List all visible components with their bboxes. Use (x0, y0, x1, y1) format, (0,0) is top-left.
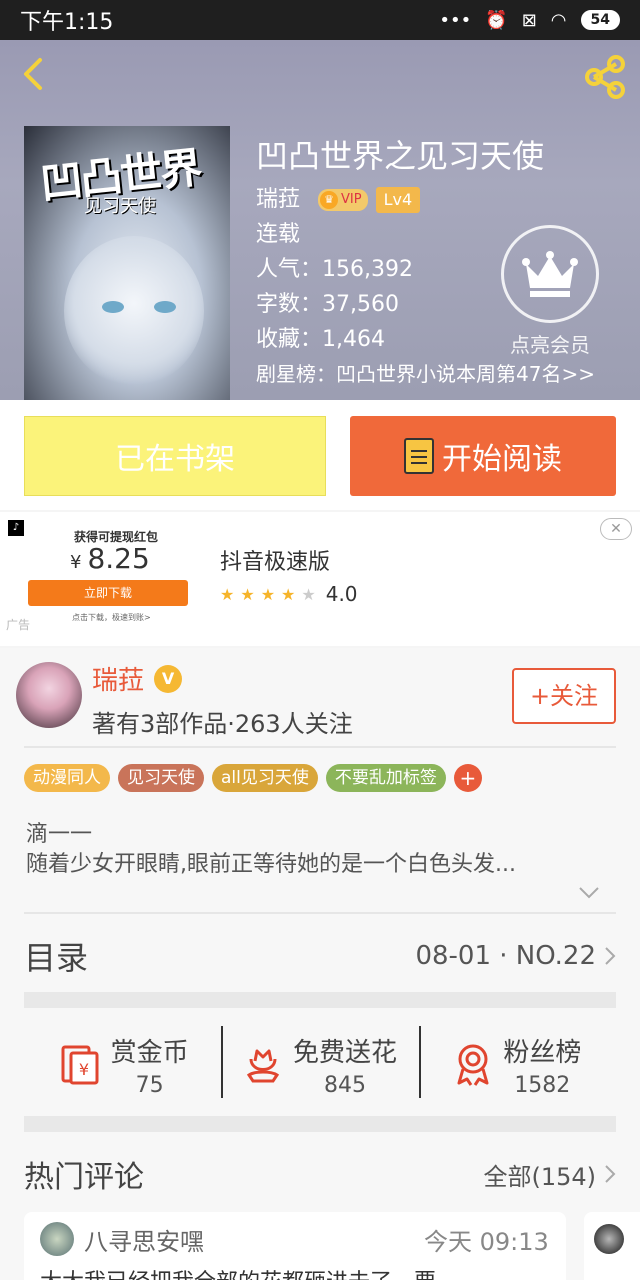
verified-badge-icon: V (154, 664, 183, 693)
ad-rating-value: 4.0 (325, 582, 358, 606)
book-title: 凹凸世界之见习天使 (256, 137, 545, 175)
divider (24, 912, 616, 914)
member-button[interactable]: 点亮会员 (500, 225, 600, 358)
crown-icon (522, 251, 578, 297)
author-avatar[interactable] (16, 662, 82, 728)
comment-text: 大大我已经把我全部的花都砸进去了，要 (40, 1264, 560, 1280)
stat-value: 1582 (514, 1073, 571, 1098)
on-shelf-button[interactable]: 已在书架 (24, 416, 326, 496)
follow-button[interactable]: +关注 (512, 668, 616, 724)
all-comments-link[interactable]: 全部(154) (483, 1157, 596, 1192)
commenter-avatar[interactable] (594, 1224, 624, 1254)
alarm-icon: ⏰ (485, 9, 508, 31)
ad-download-note: 点击下载，极速到账> (72, 613, 151, 622)
hot-comments-title: 热门评论 (24, 1160, 144, 1195)
author-name-row[interactable]: 瑞菈 V (92, 660, 183, 697)
battery-indicator: 54 (580, 10, 620, 30)
ad-app-name: 抖音极速版 (220, 550, 331, 575)
ad-amount: ¥8.25 (70, 542, 150, 575)
synopsis-line: 随着少女开眼睛,眼前正等待她的是一个白色头发... (26, 852, 516, 877)
commenter-avatar[interactable] (40, 1222, 74, 1256)
comment-card[interactable] (584, 1212, 640, 1280)
vip-label: VIP (341, 192, 362, 207)
tag-item[interactable]: all见习天使 (212, 764, 318, 792)
cover-eye-left (102, 301, 124, 313)
synopsis[interactable]: 滴一一 随着少女开眼睛,眼前正等待她的是一个白色头发... (26, 820, 516, 880)
catalog-row[interactable]: 目录 08-01 · NO.22 (24, 926, 616, 986)
status-bar: 下午1:15 ••• ⏰ ⊠ ◠ 54 (0, 0, 640, 40)
svg-text:¥: ¥ (79, 1060, 89, 1079)
add-tag-button[interactable]: + (453, 764, 482, 792)
comment-card[interactable]: 八寻思安嘿 今天 09:13 大大我已经把我全部的花都砸进去了，要 (24, 1212, 566, 1280)
ad-download-button[interactable]: 立即下载 (28, 580, 188, 606)
star-icon: ★ (240, 584, 255, 604)
rank-link[interactable]: 剧星榜：凹凸世界小说本周第47名>> (256, 358, 595, 387)
book-header: 凹凸世界 见习天使 凹凸世界之见习天使 瑞菈 ♛ VIP Lv4 连载 人气：15… (0, 40, 640, 400)
tag-item[interactable]: 见习天使 (118, 764, 204, 792)
synopsis-line: 滴一一 (26, 822, 93, 847)
comment-time: 今天 09:13 (424, 1228, 549, 1256)
red-envelope-icon: ¥ (61, 1045, 99, 1085)
chevron-right-icon (605, 947, 616, 965)
catalog-latest: 08-01 · NO.22 (415, 941, 596, 971)
member-label: 点亮会员 (510, 333, 590, 357)
ad-rating: ★ ★ ★ ★ ★ 4.0 (220, 582, 358, 606)
cover-illustration (64, 236, 204, 386)
book-cover[interactable]: 凹凸世界 见习天使 (24, 126, 230, 400)
ad-close-button[interactable]: ✕ (600, 518, 632, 540)
ad-tag: 广告 (6, 618, 31, 632)
flower-icon (246, 1049, 280, 1083)
stat-value: 845 (323, 1073, 366, 1098)
cover-subtitle: 见习天使 (84, 196, 156, 217)
vip-badge: ♛ VIP (318, 188, 368, 211)
fan-ranking-button[interactable]: 粉丝榜 1582 (418, 1020, 616, 1110)
action-bar: 已在书架 开始阅读 (0, 400, 640, 510)
tag-item[interactable]: 不要乱加标签 (325, 764, 446, 792)
section-separator (24, 992, 616, 1008)
no-sim-icon: ⊠ (521, 9, 537, 31)
reward-coins-button[interactable]: ¥ 赏金币 75 (24, 1020, 221, 1110)
stat-label: 粉丝榜 (503, 1038, 582, 1068)
divider (24, 746, 616, 748)
book-icon (404, 438, 434, 474)
book-author[interactable]: 瑞菈 (256, 182, 300, 217)
ad-currency: ¥ (70, 552, 82, 573)
stats-row: ¥ 赏金币 75 免费送花 845 粉丝榜 1582 (24, 1020, 616, 1110)
start-reading-label: 开始阅读 (442, 442, 562, 477)
share-icon[interactable] (582, 54, 628, 100)
stat-value: 75 (135, 1073, 164, 1098)
status-time: 下午1:15 (20, 10, 114, 35)
author-meta: 著有3部作品·263人关注 (92, 710, 353, 738)
star-icon: ★ (260, 584, 276, 604)
star-icon: ★ (220, 584, 235, 604)
catalog-title: 目录 (24, 939, 89, 977)
section-separator (24, 1116, 616, 1132)
crown-icon: ♛ (320, 190, 339, 209)
tag-list: 动漫同人 见习天使 all见习天使 不要乱加标签 + (24, 764, 482, 792)
tiktok-logo-icon: ♪ (8, 520, 24, 536)
more-dots-icon: ••• (439, 9, 472, 31)
tag-item[interactable]: 动漫同人 (24, 764, 110, 792)
ad-amount-value: 8.25 (87, 542, 150, 575)
start-reading-button[interactable]: 开始阅读 (350, 416, 616, 496)
hot-comments-header: 热门评论 全部(154) (24, 1146, 616, 1202)
star-icon: ★ (281, 584, 296, 604)
medal-icon (457, 1044, 489, 1086)
author-name: 瑞菈 (92, 666, 145, 696)
stat-label: 免费送花 (292, 1038, 397, 1068)
back-arrow-icon[interactable] (14, 54, 54, 94)
ad-banner[interactable]: ♪ 获得可提现红包 ¥8.25 立即下载 点击下载，极速到账> 广告 抖音极速版… (0, 512, 640, 646)
cover-eye-right (154, 301, 176, 313)
chevron-down-icon[interactable] (578, 886, 600, 900)
free-flowers-button[interactable]: 免费送花 845 (221, 1020, 418, 1110)
star-empty-icon: ★ (301, 584, 316, 604)
wifi-icon: ◠ (550, 9, 567, 31)
chevron-right-icon[interactable] (604, 1164, 616, 1184)
stat-label: 赏金币 (110, 1038, 189, 1068)
level-badge: Lv4 (375, 186, 421, 213)
commenter-name[interactable]: 八寻思安嘿 (84, 1222, 204, 1257)
details-panel: 瑞菈 V 著有3部作品·263人关注 +关注 动漫同人 见习天使 all见习天使… (0, 648, 640, 1280)
